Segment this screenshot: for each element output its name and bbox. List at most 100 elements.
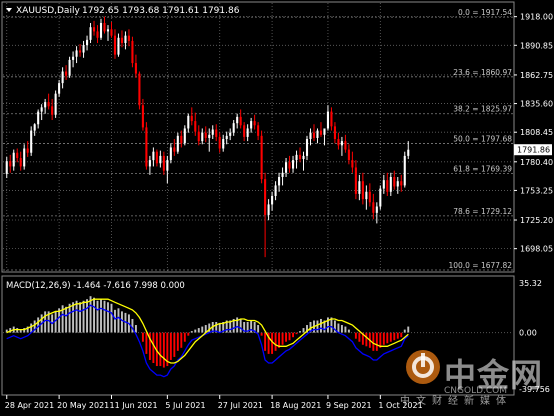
candle-body <box>96 31 99 38</box>
candle-body <box>295 154 298 161</box>
candle-body <box>225 135 228 140</box>
price-tick-label: 1918.00 <box>520 13 553 22</box>
candle-body <box>215 129 218 137</box>
candle-body <box>204 132 207 138</box>
candle-body <box>120 37 124 44</box>
candle-body <box>239 116 242 126</box>
time-tick-label: 11 Jun 2021 <box>109 401 157 410</box>
candle-body <box>340 141 343 146</box>
candle-body <box>316 130 319 138</box>
macd-axis-top: 35.32 <box>519 279 542 288</box>
candle-body <box>99 22 103 38</box>
candle-body <box>190 115 193 122</box>
fib-level-label: 100.0 = 1677.82 <box>448 261 512 270</box>
time-tick-label: 28 Apr 2021 <box>5 401 54 410</box>
candle-body <box>344 141 347 150</box>
candle-body <box>30 130 33 153</box>
candle-body <box>250 121 253 129</box>
candle-body <box>257 125 260 136</box>
price-tick-label: 1835.60 <box>520 100 553 109</box>
candle-body <box>197 131 200 142</box>
candle-body <box>400 181 403 186</box>
candle-body <box>159 155 162 164</box>
candle-body <box>124 35 127 44</box>
price-tick-label: 1862.75 <box>520 71 553 80</box>
candle-body <box>12 152 15 167</box>
symbol-label: XAUUSD,Daily <box>16 6 80 16</box>
candle-body <box>368 191 371 203</box>
candle-body <box>155 151 158 164</box>
candle-body <box>274 185 277 196</box>
candle-body <box>253 121 256 126</box>
chart-header: XAUUSD,Daily 1792.65 1793.68 1791.61 179… <box>6 6 240 16</box>
candle-body <box>365 191 368 200</box>
candle-body <box>382 180 385 189</box>
candle-body <box>148 160 151 167</box>
candle-body <box>40 107 43 112</box>
candle-body <box>79 50 82 53</box>
candle-body <box>44 102 47 108</box>
candle-body <box>33 124 36 131</box>
time-tick-label: 27 Jul 2021 <box>218 401 263 410</box>
candle-body <box>285 162 288 173</box>
candle-body <box>26 148 29 153</box>
candle-body <box>166 160 169 171</box>
fib-level-label: 0.0 = 1917.54 <box>458 8 512 17</box>
fib-level-label: 50.0 = 1797.68 <box>453 135 512 144</box>
time-tick-label: 9 Sep 2021 <box>326 401 372 410</box>
candle-body <box>330 111 333 127</box>
candle-body <box>89 27 92 40</box>
macd-axis-zero: 0.00 <box>519 329 537 338</box>
candle-body <box>326 111 329 129</box>
candle-body <box>61 71 64 84</box>
candle <box>403 151 406 188</box>
candle-body <box>131 40 134 64</box>
candle <box>131 36 134 68</box>
candle-body <box>127 35 130 41</box>
chart-canvas[interactable]: 0.0 = 1917.54 23.6 = 1860.97 38.2 = 1825.9… <box>0 0 554 412</box>
candle-body <box>305 139 309 156</box>
fib-level-label: 23.6 = 1860.97 <box>453 68 512 77</box>
price-axis: 1918.00 1890.85 1862.75 1835.60 1808.45 1780.… <box>514 13 553 254</box>
price-tick-label: 1753.25 <box>520 186 553 195</box>
candle-body <box>183 128 186 144</box>
candle-body <box>271 195 274 205</box>
candle-body <box>19 158 22 167</box>
candle-body <box>16 152 19 159</box>
candle <box>176 132 179 154</box>
candle-body <box>5 161 8 174</box>
candle-body <box>389 176 392 192</box>
candle-body <box>358 181 361 194</box>
candle-body <box>222 139 225 149</box>
fib-level-label: 38.2 = 1825.97 <box>453 105 512 114</box>
candle-body <box>173 147 176 152</box>
candle-body <box>208 134 211 138</box>
candle-body <box>379 188 382 207</box>
candle-body <box>302 155 305 160</box>
candle-body <box>194 121 197 132</box>
candle-body <box>134 63 137 74</box>
candle-body <box>312 132 316 138</box>
candle-body <box>103 22 106 32</box>
candle-body <box>145 127 148 167</box>
candle-body <box>278 176 281 186</box>
candle-body <box>361 181 364 200</box>
candle-body <box>75 50 78 57</box>
price-tick-label: 1698.05 <box>520 245 553 254</box>
candle-body <box>82 45 85 53</box>
candle-body <box>243 125 246 137</box>
candle-body <box>236 116 239 124</box>
candle-body <box>23 148 26 167</box>
candle-body <box>201 132 204 142</box>
trading-chart-window[interactable]: 0.0 = 1917.54 23.6 = 1860.97 38.2 = 1825.9… <box>0 0 554 412</box>
current-price-label: 1791.86 <box>517 146 550 155</box>
candle-body <box>372 202 375 213</box>
candle-body <box>110 29 113 36</box>
candle-body <box>393 176 396 187</box>
candle-body <box>187 115 190 129</box>
candle-body <box>260 135 263 180</box>
candle <box>54 90 57 118</box>
candle-body <box>281 172 284 177</box>
candle-body <box>218 136 221 149</box>
candle-body <box>267 204 270 215</box>
